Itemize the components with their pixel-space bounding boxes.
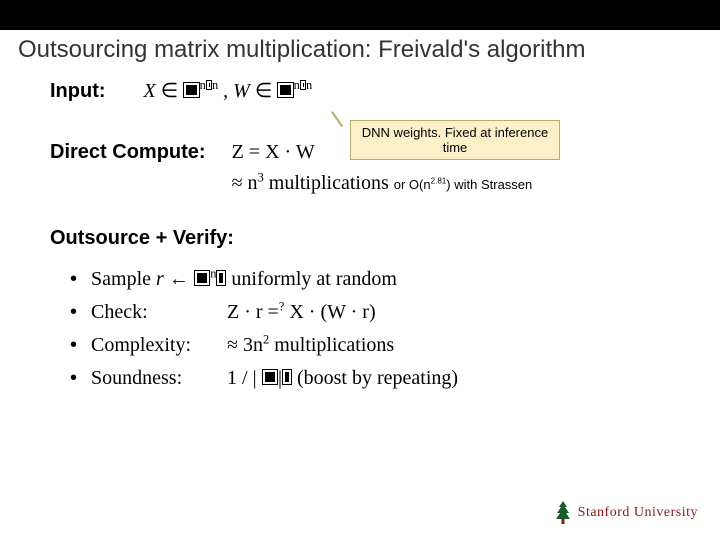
b1-post: uniformly at random bbox=[226, 268, 397, 290]
approx-pre: ≈ n bbox=[232, 172, 258, 194]
direct-label: Direct Compute: bbox=[50, 139, 206, 166]
bullet-3: • Complexity: ≈ 3n2 multiplications bbox=[70, 332, 686, 359]
note-post: ) with Strassen bbox=[446, 177, 532, 192]
exp-n-1b: n bbox=[212, 78, 218, 92]
exp-1: nn bbox=[200, 78, 219, 92]
b4-post: (boost by repeating) bbox=[292, 367, 458, 389]
b2-label: Check: bbox=[91, 299, 213, 326]
extra-glyph-1 bbox=[216, 270, 226, 286]
note-exp: 2.81 bbox=[431, 177, 447, 186]
bullet-dot: • bbox=[70, 332, 77, 359]
slide: Outsourcing matrix multiplication: Freiv… bbox=[0, 0, 720, 540]
approx-post: multiplications bbox=[264, 172, 389, 194]
b3-label: Complexity: bbox=[91, 332, 213, 359]
bullet-4: • Soundness: 1 / | | (boost by repeating… bbox=[70, 365, 686, 392]
stanford-text: Stanford University bbox=[578, 505, 698, 521]
callout-box: DNN weights. Fixed at inference time bbox=[350, 120, 560, 160]
b1-text: Sample r ← n uniformly at random bbox=[91, 266, 397, 293]
comma: , bbox=[223, 80, 228, 102]
b3-post: multiplications bbox=[269, 334, 394, 356]
times-glyph-1 bbox=[206, 80, 212, 90]
direct-approx: ≈ n3 multiplications or O(n2.81) with St… bbox=[232, 170, 533, 197]
top-bar bbox=[0, 0, 720, 30]
field-glyph-1 bbox=[183, 82, 199, 98]
times-glyph-2 bbox=[300, 80, 306, 90]
note-pre: or O(n bbox=[394, 177, 431, 192]
strassen-note: or O(n2.81) with Strassen bbox=[394, 177, 533, 192]
b2-eq: Z · r =? X · (W · r) bbox=[227, 299, 376, 326]
field-glyph-2 bbox=[277, 82, 293, 98]
b4-val: 1 / | | (boost by repeating) bbox=[227, 365, 458, 392]
bullet-2: • Check: Z · r =? X · (W · r) bbox=[70, 299, 686, 326]
var-x: X bbox=[144, 80, 156, 102]
slide-title: Outsourcing matrix multiplication: Freiv… bbox=[0, 30, 720, 74]
exp-2: nn bbox=[294, 78, 313, 92]
field-glyph-4 bbox=[262, 369, 278, 385]
elem-in-1: ∈ bbox=[161, 80, 178, 102]
exp-n-2b: n bbox=[306, 78, 312, 92]
bullet-list: • Sample r ← n uniformly at random • Che… bbox=[50, 266, 686, 392]
b3-pre: ≈ 3n bbox=[227, 334, 263, 356]
bullet-dot: • bbox=[70, 365, 77, 392]
b1-r: r bbox=[156, 268, 164, 290]
callout-wrap: DNN weights. Fixed at inference time bbox=[350, 120, 560, 160]
elem-in-2: ∈ bbox=[255, 80, 272, 102]
b1-pre: Sample bbox=[91, 268, 156, 290]
input-math: X ∈ nn , W ∈ nn bbox=[144, 78, 313, 105]
var-w: W bbox=[233, 80, 250, 102]
outsource-section: Outsource + Verify: • Sample r ← n unifo… bbox=[50, 225, 686, 392]
bullet-dot: • bbox=[70, 299, 77, 326]
b2-post: X · (W · r) bbox=[284, 301, 375, 323]
extra-glyph-2 bbox=[282, 369, 292, 385]
stanford-tree-icon bbox=[554, 500, 572, 526]
field-glyph-3 bbox=[194, 270, 210, 286]
footer-logo: Stanford University bbox=[554, 500, 698, 526]
b3-val: ≈ 3n2 multiplications bbox=[227, 332, 394, 359]
outsource-label: Outsource + Verify: bbox=[50, 225, 686, 252]
bullet-1: • Sample r ← n uniformly at random bbox=[70, 266, 686, 293]
b2-pre: Z · r = bbox=[227, 301, 279, 323]
b1-arrow: ← bbox=[164, 268, 194, 290]
b4-label: Soundness: bbox=[91, 365, 213, 392]
b4-pre: 1 / | bbox=[227, 367, 262, 389]
input-row: Input: X ∈ nn , W ∈ nn bbox=[50, 78, 686, 105]
bullet-dot: • bbox=[70, 266, 77, 293]
input-label: Input: bbox=[50, 78, 106, 105]
